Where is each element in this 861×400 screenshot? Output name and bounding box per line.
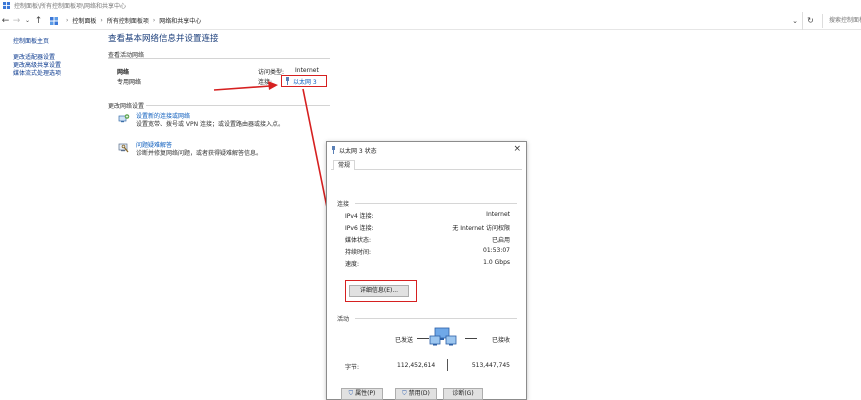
ethernet-status-dialog: 以太网 3 状态 × 常规 连接 IPv4 连接: Internet IPv6 …	[326, 141, 527, 400]
section-divider	[108, 58, 330, 59]
task-setup-connection: 设置新的连接或网络 设置宽带、拨号或 VPN 连接；或设置路由器或接入点。	[118, 113, 284, 129]
breadcrumb-item[interactable]: 控制面板	[72, 16, 96, 25]
dialog-title: 以太网 3 状态	[339, 147, 377, 155]
troubleshoot-link[interactable]: 问题疑难解答	[136, 142, 262, 150]
setup-connection-link[interactable]: 设置新的连接或网络	[136, 113, 284, 121]
page-title: 查看基本网络信息并设置连接	[108, 34, 219, 44]
dialog-titlebar: 以太网 3 状态 ×	[327, 142, 526, 158]
dialog-tab-row: 常规	[331, 158, 522, 171]
address-bar: ← → ⌄ ↑ › 控制面板 › 所有控制面板项 › 网络和共享中心 ⌄ ↻ 搜…	[0, 12, 861, 30]
window-title: 控制面板\所有控制面板项\网络和共享中心	[14, 3, 127, 10]
up-button[interactable]: ↑	[33, 12, 44, 30]
ethernet-connection-label: 以太网 3	[293, 78, 317, 86]
section-divider	[146, 105, 330, 106]
speed-label: 速度:	[345, 261, 360, 268]
ipv4-value: Internet	[486, 211, 510, 218]
task-troubleshoot: 问题疑难解答 诊断并修复网络问题，或者获得疑难解答信息。	[118, 142, 262, 158]
close-icon[interactable]: ×	[513, 144, 521, 154]
sidebar-item-home[interactable]: 控制面板主页	[13, 38, 103, 46]
network-name: 网络	[117, 69, 130, 76]
activity-dash	[465, 338, 477, 339]
connection-label: 连接:	[258, 79, 273, 86]
properties-button[interactable]: ⛉ 属性(P)	[341, 388, 383, 400]
group-divider	[355, 203, 517, 204]
window-titlebar: 控制面板\所有控制面板项\网络和共享中心	[0, 0, 861, 11]
ethernet-connection-link[interactable]: 以太网 3	[281, 75, 327, 87]
speed-value: 1.0 Gbps	[483, 259, 510, 266]
sidebar-item-adapter-settings[interactable]: 更改适配器设置	[13, 54, 103, 62]
shield-icon: ⛉	[348, 390, 354, 397]
chevron-right-icon: ›	[152, 17, 156, 24]
media-state-label: 媒体状态:	[345, 237, 372, 244]
address-dropdown-icon[interactable]: ⌄	[788, 17, 802, 25]
bytes-label: 字节:	[345, 364, 360, 371]
chevron-right-icon: ›	[66, 17, 69, 24]
media-state-value: 已启用	[491, 237, 510, 244]
access-type-value: Internet	[295, 67, 319, 74]
setup-connection-description: 设置宽带、拨号或 VPN 连接；或设置路由器或接入点。	[136, 121, 285, 128]
sidebar-item-advanced-sharing[interactable]: 更改高级共享设置	[13, 62, 103, 70]
control-panel-icon	[3, 2, 10, 9]
refresh-icon[interactable]: ↻	[802, 12, 818, 30]
ipv6-label: IPv6 连接:	[345, 225, 374, 232]
dialog-body: 连接 IPv4 连接: Internet IPv6 连接: 无 Internet…	[331, 170, 522, 400]
details-button[interactable]: 详细信息(E)...	[349, 285, 409, 297]
forward-button[interactable]: →	[11, 12, 22, 30]
activity-dash	[417, 338, 429, 339]
bytes-received-value: 513,447,745	[471, 362, 510, 369]
breadcrumb: › 控制面板 › 所有控制面板项 › 网络和共享中心	[50, 12, 201, 30]
diagnose-button[interactable]: 诊断(G)	[443, 388, 483, 400]
network-type: 专用网络	[117, 79, 142, 86]
duration-label: 持续时间:	[345, 249, 372, 256]
troubleshoot-description: 诊断并修复网络问题，或者获得疑难解答信息。	[136, 150, 263, 157]
group-divider	[355, 318, 517, 319]
ipv6-value: 无 Internet 访问权限	[452, 225, 510, 232]
connection-group-title: 连接	[337, 201, 350, 208]
network-activity-icon	[429, 327, 457, 346]
properties-label: 属性(P)	[355, 390, 376, 397]
back-button[interactable]: ←	[0, 12, 11, 30]
sent-label: 已发送	[395, 337, 414, 344]
chevron-right-icon: ›	[100, 17, 103, 24]
disable-label: 禁用(D)	[408, 390, 430, 397]
shield-icon: ⛉	[402, 390, 407, 397]
recent-locations-dropdown[interactable]: ⌄	[22, 12, 33, 30]
activity-group-title: 活动	[337, 316, 350, 323]
breadcrumb-item[interactable]: 网络和共享中心	[159, 16, 201, 25]
ethernet-icon	[286, 77, 289, 85]
bytes-sent-value: 112,452,614	[397, 362, 436, 369]
received-label: 已接收	[491, 337, 510, 344]
ipv4-label: IPv4 连接:	[345, 213, 374, 220]
activity-separator	[447, 359, 448, 371]
sidebar-item-media-streaming[interactable]: 媒体流式处理选项	[13, 70, 103, 78]
sidebar: 控制面板主页 更改适配器设置 更改高级共享设置 媒体流式处理选项	[13, 38, 103, 78]
ethernet-icon	[332, 146, 335, 154]
control-panel-icon	[50, 16, 58, 25]
search-input[interactable]: 搜索控制面板	[822, 14, 861, 28]
change-settings-heading: 更改网络设置	[108, 103, 145, 110]
network-setup-icon	[118, 114, 130, 123]
duration-value: 01:53:07	[483, 247, 510, 254]
troubleshoot-icon	[118, 143, 129, 153]
disable-button[interactable]: ⛉ 禁用(D)	[395, 388, 437, 400]
breadcrumb-item[interactable]: 所有控制面板项	[107, 16, 149, 25]
